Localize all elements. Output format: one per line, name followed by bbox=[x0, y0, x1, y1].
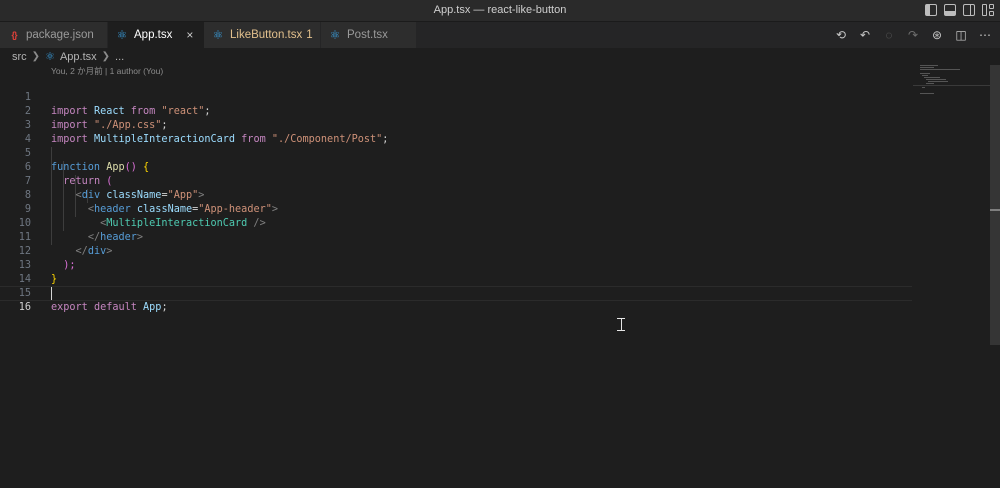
code-line: 5 function App() { bbox=[24, 148, 150, 173]
tab-app-tsx[interactable]: ⚛ App.tsx × bbox=[108, 22, 204, 48]
react-icon: ⚛ bbox=[212, 28, 224, 42]
mouse-ibeam-cursor-icon bbox=[617, 318, 625, 331]
title-bar: App.tsx — react-like-button bbox=[0, 0, 1000, 22]
react-icon: ⚛ bbox=[329, 28, 341, 42]
chevron-right-icon: ❯ bbox=[101, 51, 111, 62]
code-line: 14 bbox=[18, 274, 31, 285]
toggle-panel-icon[interactable] bbox=[944, 4, 956, 16]
code-line: 13 } bbox=[18, 260, 58, 285]
go-back-icon[interactable]: ↶ bbox=[858, 28, 872, 42]
customize-layout-icon[interactable] bbox=[982, 4, 994, 16]
code-editor[interactable]: You, 2 か月前 | 1 author (You) 1 import Rea… bbox=[0, 65, 990, 488]
scrollbar-cursor-marker bbox=[990, 209, 1000, 211]
tab-label: Post.tsx bbox=[347, 29, 388, 41]
toggle-secondary-sidebar-icon[interactable] bbox=[963, 4, 975, 16]
editor-actions: ⟲ ↶ ◌ ↷ ⊛ ◫ ⋯ bbox=[834, 22, 992, 48]
problem-count-badge: 1 bbox=[306, 29, 313, 41]
breadcrumb-symbol[interactable]: ... bbox=[115, 51, 124, 63]
code-line: 7 <div className="App"> bbox=[24, 176, 205, 201]
react-icon: ⚛ bbox=[116, 28, 128, 42]
code-line: 2 import "./App.css"; bbox=[24, 106, 168, 131]
tab-label: LikeButton.tsx bbox=[230, 29, 303, 41]
current-code-line[interactable]: 16 bbox=[0, 286, 912, 313]
chevron-right-icon: ❯ bbox=[31, 51, 41, 62]
editor-tab-bar: {} package.json ⚛ App.tsx × ⚛ LikeButton… bbox=[0, 22, 1000, 48]
vertical-scrollbar[interactable] bbox=[990, 65, 1000, 488]
breadcrumb-folder[interactable]: src bbox=[12, 51, 27, 63]
minimap[interactable] bbox=[916, 65, 990, 95]
json-icon: {} bbox=[11, 30, 17, 40]
code-line: 4 bbox=[24, 134, 31, 145]
go-forward-icon[interactable]: ↷ bbox=[906, 28, 920, 42]
history-icon[interactable]: ⟲ bbox=[834, 28, 848, 42]
more-actions-icon[interactable]: ⋯ bbox=[978, 28, 992, 42]
tab-post-tsx[interactable]: ⚛ Post.tsx bbox=[321, 22, 417, 48]
window-title: App.tsx — react-like-button bbox=[433, 4, 567, 16]
code-line: 10 </header> bbox=[18, 218, 144, 243]
go-back-alt-icon[interactable]: ◌ bbox=[882, 28, 896, 42]
code-line: 9 <MultipleInteractionCard /> bbox=[24, 204, 266, 229]
tab-likebutton-tsx[interactable]: ⚛ LikeButton.tsx 1 bbox=[204, 22, 321, 48]
scrollbar-thumb[interactable] bbox=[990, 65, 1000, 345]
tab-label: App.tsx bbox=[134, 29, 173, 41]
code-lens-blame[interactable]: You, 2 か月前 | 1 author (You) bbox=[51, 65, 163, 77]
close-icon[interactable]: × bbox=[186, 28, 193, 42]
split-editor-icon[interactable]: ◫ bbox=[954, 28, 968, 42]
code-line: 1 import React from "react"; bbox=[24, 92, 211, 117]
tab-label: package.json bbox=[26, 29, 94, 41]
code-line: 6 return ( bbox=[24, 162, 113, 187]
copilot-icon[interactable]: ⊛ bbox=[930, 28, 944, 42]
breadcrumb-file[interactable]: App.tsx bbox=[60, 51, 97, 63]
tab-package-json[interactable]: {} package.json bbox=[0, 22, 108, 48]
text-caret bbox=[51, 287, 52, 300]
code-line: 8 <header className="App-header"> bbox=[24, 190, 278, 215]
toggle-primary-sidebar-icon[interactable] bbox=[925, 4, 937, 16]
react-icon: ⚛ bbox=[45, 51, 55, 63]
code-line: 3 import MultipleInteractionCard from ".… bbox=[24, 120, 389, 145]
layout-controls bbox=[925, 4, 994, 16]
minimap-viewport-line bbox=[913, 85, 990, 86]
breadcrumb: src ❯ ⚛ App.tsx ❯ ... bbox=[0, 48, 1000, 65]
code-line: 11 </div> bbox=[18, 232, 113, 257]
code-line: 12 ); bbox=[18, 246, 76, 271]
code-line: 15 export default App; bbox=[18, 288, 168, 313]
